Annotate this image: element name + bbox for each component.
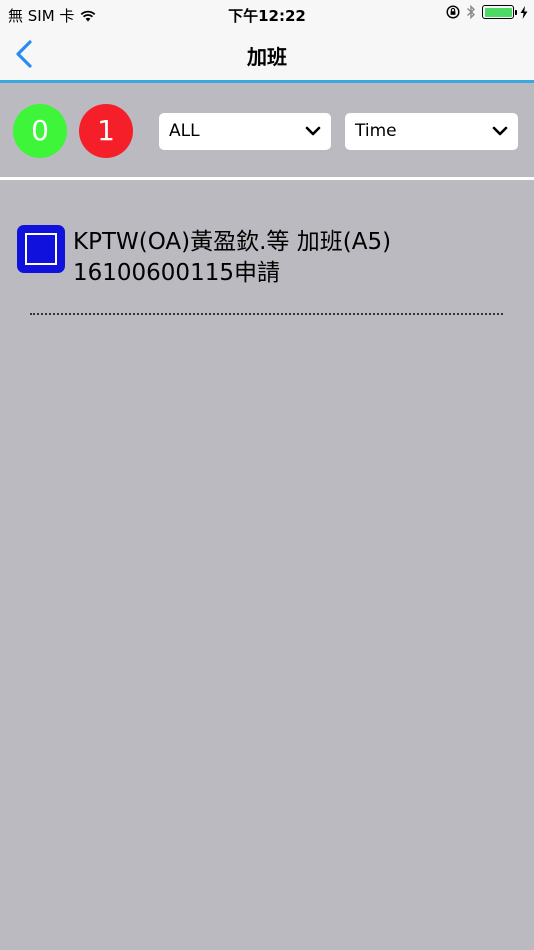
orientation-lock-icon: [446, 5, 460, 19]
list-separator: [30, 313, 503, 315]
battery-icon: [482, 5, 517, 19]
toolbar-divider: [0, 177, 534, 180]
list-item[interactable]: KPTW(OA)黃盈欽.等 加班(A5) 16100600115申請: [0, 210, 534, 300]
sort-select[interactable]: Time: [345, 113, 518, 150]
chevron-down-icon: [492, 126, 508, 136]
status-right: [446, 4, 528, 20]
sort-select-value: Time: [355, 121, 397, 141]
pending-count-badge[interactable]: 0: [13, 104, 67, 158]
filter-select[interactable]: ALL: [159, 113, 331, 150]
charging-icon: [520, 5, 528, 19]
list-item-subtitle: 16100600115申請: [73, 260, 280, 286]
unread-count-label: 1: [97, 114, 115, 147]
bluetooth-icon: [467, 4, 476, 20]
filter-toolbar: 0 1 ALL Time: [0, 83, 534, 178]
pending-count-label: 0: [31, 114, 49, 147]
chevron-down-icon: [305, 126, 321, 136]
navigation-bar: 加班: [0, 28, 534, 80]
filter-select-value: ALL: [169, 121, 200, 141]
status-bar: 無 SIM 卡 下午12:22: [0, 0, 534, 28]
checkbox-square-icon[interactable]: [17, 225, 65, 273]
list-item-title: KPTW(OA)黃盈欽.等 加班(A5): [73, 229, 392, 255]
unread-count-badge[interactable]: 1: [79, 104, 133, 158]
page-title: 加班: [247, 45, 287, 69]
